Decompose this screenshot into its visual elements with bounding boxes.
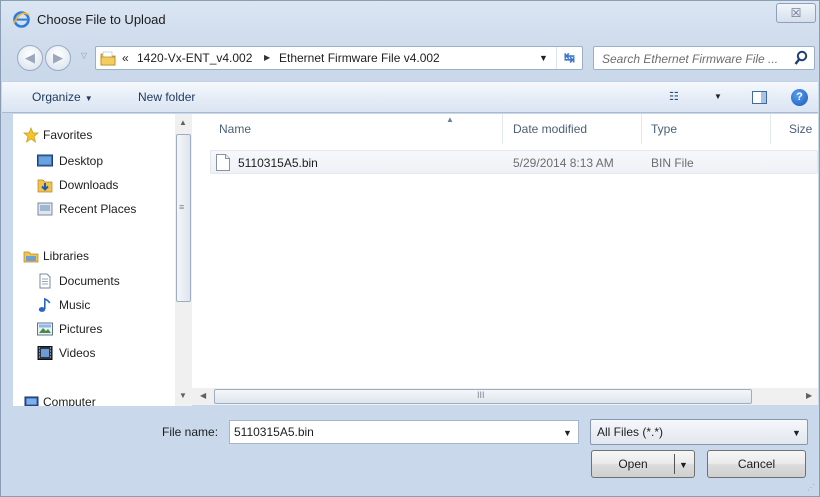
- chevron-down-icon: ▼: [84, 94, 93, 103]
- file-name-value: 5110315A5.bin: [234, 425, 314, 439]
- column-header-label: Size: [789, 122, 813, 136]
- column-header-date-modified[interactable]: Date modified: [503, 114, 641, 144]
- breadcrumb-item[interactable]: 1420-Vx-ENT_v4.002: [137, 51, 252, 65]
- split-divider: [674, 454, 675, 474]
- cancel-button[interactable]: Cancel: [707, 450, 806, 478]
- address-dropdown-icon[interactable]: ▼: [539, 53, 548, 63]
- organize-label: Organize: [32, 90, 81, 104]
- file-name-dropdown-icon[interactable]: ▼: [563, 428, 572, 438]
- file-type-filter-select[interactable]: All Files (*.*) ▼: [590, 419, 808, 445]
- sidebar-item-label: Recent Places: [59, 202, 137, 216]
- search-icon[interactable]: [794, 50, 808, 69]
- file-list-pane: Name ▲ Date modified Type Size 5110315A5…: [192, 114, 818, 388]
- downloads-icon: [37, 177, 53, 193]
- horizontal-scrollbar[interactable]: ◀ III ▶: [192, 388, 818, 405]
- close-icon: ☒: [790, 6, 802, 20]
- file-type-cell: BIN File: [651, 156, 694, 170]
- sidebar-item-label: Computer: [43, 395, 96, 406]
- scroll-right-icon[interactable]: ▶: [806, 391, 812, 400]
- documents-icon: [37, 273, 53, 289]
- column-header-name[interactable]: Name ▲: [192, 114, 488, 144]
- forward-button[interactable]: ▶: [45, 45, 71, 71]
- column-header-label: Name: [219, 122, 252, 136]
- pictures-icon: [37, 321, 53, 337]
- breadcrumb-separator-icon[interactable]: ▶: [264, 53, 270, 62]
- refresh-button[interactable]: ↹: [556, 47, 582, 69]
- videos-icon: [37, 345, 53, 361]
- recent-pages-dropdown-icon[interactable]: ▽: [81, 51, 87, 60]
- close-button[interactable]: ☒: [776, 3, 816, 23]
- scroll-thumb[interactable]: [176, 134, 191, 302]
- sidebar-item-label: Favorites: [43, 128, 93, 142]
- breadcrumb-overflow[interactable]: «: [122, 51, 129, 65]
- back-arrow-icon: ◀: [25, 50, 35, 65]
- forward-arrow-icon: ▶: [53, 50, 63, 65]
- scroll-down-icon[interactable]: ▼: [179, 391, 187, 400]
- scroll-grip-icon: ≡: [179, 202, 185, 212]
- address-row: ◀ ▶ ▽ « 1420-Vx-ENT_v4.002 ▶ Ethernet Fi…: [1, 41, 819, 77]
- column-header-type[interactable]: Type: [642, 114, 770, 144]
- breadcrumb-item-current[interactable]: Ethernet Firmware File v4.002: [279, 51, 440, 65]
- folder-icon: [100, 51, 116, 69]
- sidebar-item-label: Music: [59, 298, 91, 312]
- navigation-scrollbar[interactable]: ▲ ≡ ▼: [175, 114, 192, 406]
- scroll-thumb[interactable]: III: [214, 389, 752, 404]
- internet-explorer-icon: [13, 11, 30, 28]
- file-type-filter-value: All Files (*.*): [597, 425, 664, 439]
- sidebar-item-label: Pictures: [59, 322, 103, 336]
- file-icon: [216, 154, 230, 174]
- new-folder-button[interactable]: New folder: [138, 90, 195, 104]
- open-options-dropdown-icon[interactable]: ▼: [679, 452, 688, 478]
- sidebar-item-label: Libraries: [43, 249, 90, 263]
- column-header-label: Date modified: [513, 122, 588, 136]
- file-date-cell: 5/29/2014 8:13 AM: [513, 156, 614, 170]
- resize-grip-icon[interactable]: ⋰: [807, 483, 815, 492]
- music-icon: [37, 297, 53, 313]
- title-bar[interactable]: Choose File to Upload ☒: [1, 1, 819, 37]
- file-name-cell: 5110315A5.bin: [238, 156, 318, 170]
- star-icon: [23, 127, 39, 143]
- desktop-icon: [37, 153, 53, 169]
- navigation-pane: Favorites Desktop Downloads Recent Place…: [13, 114, 192, 406]
- change-view-icon[interactable]: ☷: [669, 90, 679, 103]
- file-upload-dialog: Choose File to Upload ☒ ◀ ▶ ▽ « 1420-Vx-…: [0, 0, 820, 497]
- refresh-icon: ↹: [564, 50, 575, 65]
- chevron-down-icon: ▼: [792, 428, 801, 438]
- sidebar-item-label: Downloads: [59, 178, 119, 192]
- help-icon[interactable]: ?: [791, 89, 808, 106]
- open-button-label: Open: [618, 457, 648, 471]
- sidebar-item-label: Videos: [59, 346, 96, 360]
- address-bar[interactable]: « 1420-Vx-ENT_v4.002 ▶ Ethernet Firmware…: [95, 46, 583, 70]
- sidebar-item-label: Documents: [59, 274, 120, 288]
- scroll-left-icon[interactable]: ◀: [200, 391, 206, 400]
- table-row[interactable]: 5110315A5.bin 5/29/2014 8:13 AM BIN File: [210, 150, 818, 174]
- views-dropdown-icon[interactable]: ▼: [714, 92, 722, 101]
- recent-places-icon: [37, 201, 53, 217]
- column-header-label: Type: [651, 122, 678, 136]
- command-toolbar: Organize ▼ New folder ☷ ▼ ?: [2, 81, 818, 113]
- file-name-label: File name:: [162, 425, 219, 439]
- search-input[interactable]: Search Ethernet Firmware File ...: [593, 46, 815, 70]
- file-name-field[interactable]: 5110315A5.bin ▼: [229, 420, 579, 444]
- search-placeholder: Search Ethernet Firmware File ...: [602, 52, 779, 66]
- column-header-size[interactable]: Size: [771, 114, 818, 144]
- libraries-icon: [23, 248, 39, 264]
- back-button[interactable]: ◀: [17, 45, 43, 71]
- computer-icon: [23, 394, 39, 406]
- organize-menu-button[interactable]: Organize ▼: [32, 90, 93, 104]
- open-button[interactable]: Open ▼: [591, 450, 695, 478]
- window-title: Choose File to Upload: [37, 12, 166, 27]
- preview-pane-icon[interactable]: [752, 91, 767, 104]
- scroll-grip-icon: III: [477, 390, 485, 400]
- sidebar-item-label: Desktop: [59, 154, 104, 168]
- sort-ascending-icon: ▲: [446, 115, 454, 124]
- scroll-up-icon[interactable]: ▲: [179, 118, 187, 127]
